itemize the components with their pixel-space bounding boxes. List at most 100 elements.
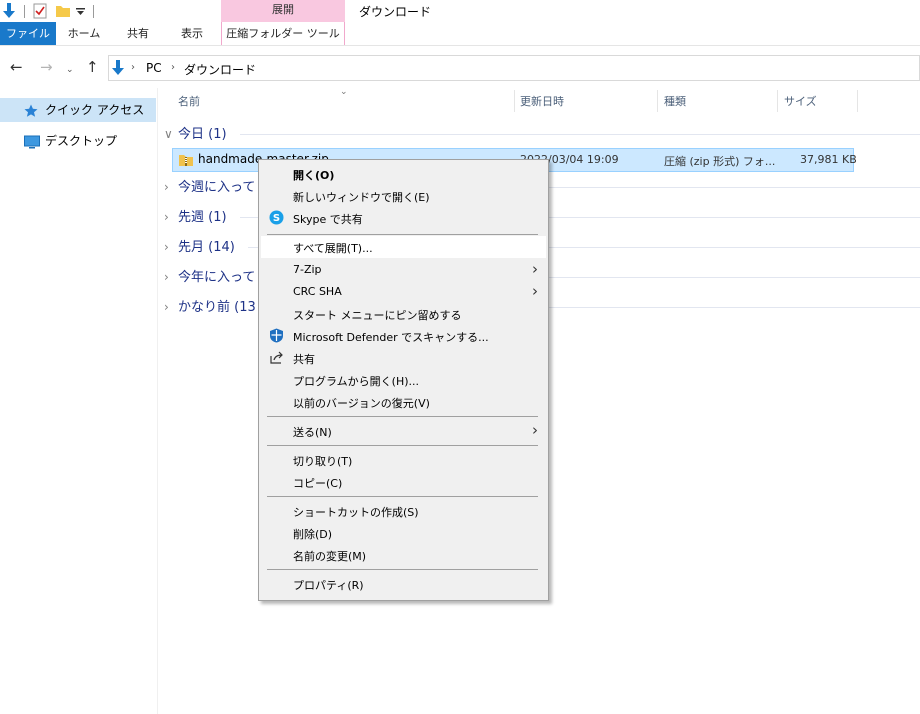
svg-text:S: S (273, 213, 280, 224)
menu-item-restore-versions[interactable]: 以前のバージョンの復元(V) (261, 391, 546, 413)
nav-item-desktop[interactable]: デスクトップ (0, 129, 156, 153)
context-menu: 開く(O) 新しいウィンドウで開く(E) S Skype で共有 すべて展開(T… (258, 159, 549, 601)
menu-item-send-to[interactable]: 送る(N) › (261, 420, 546, 442)
column-header-type[interactable]: 種類 (664, 88, 686, 116)
forward-arrow-icon[interactable]: → (40, 58, 53, 76)
chevron-right-icon: › (164, 210, 169, 224)
back-arrow-icon[interactable]: ← (10, 58, 23, 76)
download-arrow-icon[interactable] (2, 3, 16, 22)
menu-label: 送る(N) (293, 426, 332, 439)
quick-access-toolbar: 展開 ダウンロード (0, 0, 920, 24)
menu-separator (267, 569, 538, 570)
menu-separator (267, 416, 538, 417)
group-header-this-week[interactable]: › 今週に入って (164, 176, 255, 198)
navigation-pane: クイック アクセス デスクトップ (0, 88, 158, 714)
group-label: 今日 (1) (178, 127, 227, 142)
sort-chevron-icon: ⌄ (340, 87, 348, 97)
menu-label: 削除(D) (293, 528, 333, 541)
tab-home[interactable]: ホーム (58, 22, 110, 45)
file-size: 37,981 KB (800, 153, 857, 166)
menu-item-pin-to-start[interactable]: スタート メニューにピン留めする (261, 303, 546, 325)
menu-label: Skype で共有 (293, 213, 363, 226)
qat-divider (93, 5, 94, 18)
column-divider[interactable] (857, 90, 858, 112)
menu-separator (267, 234, 538, 235)
menu-item-open-with[interactable]: プログラムから開く(H)... (261, 369, 546, 391)
skype-icon: S (269, 210, 284, 228)
menu-label: プロパティ(R) (293, 579, 364, 592)
menu-label: 共有 (293, 353, 315, 366)
column-header-size[interactable]: サイズ (784, 88, 817, 116)
column-header-name[interactable]: 名前 (178, 88, 200, 116)
menu-label: 名前の変更(M) (293, 550, 367, 563)
menu-item-rename[interactable]: 名前の変更(M) (261, 544, 546, 566)
menu-item-delete[interactable]: 削除(D) (261, 522, 546, 544)
share-icon (269, 350, 284, 368)
breadcrumb-separator-icon: › (171, 62, 175, 73)
tab-compressed-folder-tools[interactable]: 圧縮フォルダー ツール (221, 22, 345, 45)
menu-separator (267, 445, 538, 446)
group-header-last-week[interactable]: › 先週 (1) (164, 206, 227, 228)
menu-item-defender-scan[interactable]: Microsoft Defender でスキャンする... (261, 325, 546, 347)
new-folder-icon[interactable] (55, 3, 71, 22)
breadcrumb-separator-icon: › (131, 62, 135, 73)
nav-item-quick-access[interactable]: クイック アクセス (0, 98, 156, 122)
menu-item-copy[interactable]: コピー(C) (261, 471, 546, 493)
menu-label: 7-Zip (293, 263, 322, 276)
column-header-modified[interactable]: 更新日時 (520, 88, 564, 116)
menu-item-properties[interactable]: プロパティ(R) (261, 573, 546, 595)
tab-share[interactable]: 共有 (112, 22, 164, 45)
context-tab-header: 展開 (221, 0, 345, 22)
menu-item-share[interactable]: 共有 (261, 347, 546, 369)
group-label: 今週に入って (178, 180, 256, 195)
tab-file[interactable]: ファイル (0, 22, 56, 45)
window-title: ダウンロード (359, 5, 432, 19)
group-header-last-month[interactable]: › 先月 (14) (164, 236, 235, 258)
nav-label: デスクトップ (45, 134, 118, 148)
menu-item-open[interactable]: 開く(O) (261, 163, 546, 185)
submenu-arrow-icon: › (532, 282, 538, 300)
menu-item-extract-all[interactable]: すべて展開(T)... (261, 236, 546, 258)
group-label: 先週 (1) (178, 210, 227, 225)
group-label: かなり前 (13 (178, 300, 256, 315)
properties-check-icon[interactable] (33, 3, 47, 22)
star-icon (24, 102, 38, 126)
address-bar[interactable]: › PC › ダウンロード (108, 55, 920, 81)
menu-item-7zip[interactable]: 7-Zip › (261, 259, 546, 281)
column-divider[interactable] (657, 90, 658, 112)
chevron-right-icon: › (164, 240, 169, 254)
menu-item-create-shortcut[interactable]: ショートカットの作成(S) (261, 500, 546, 522)
ribbon-tabs: ファイル ホーム 共有 表示 圧縮フォルダー ツール (0, 22, 920, 46)
chevron-right-icon: › (164, 300, 169, 314)
nav-label: クイック アクセス (45, 103, 145, 117)
breadcrumb-pc[interactable]: PC (146, 61, 162, 75)
customize-qat-icon[interactable] (76, 6, 85, 20)
group-label: 今年に入って (178, 270, 256, 285)
menu-item-skype-share[interactable]: S Skype で共有 (261, 207, 546, 229)
breadcrumb-downloads[interactable]: ダウンロード (184, 61, 256, 78)
submenu-arrow-icon: › (532, 421, 538, 439)
qat-divider (24, 5, 25, 18)
group-header-this-year[interactable]: › 今年に入って (164, 266, 255, 288)
group-header-long-ago[interactable]: › かなり前 (13 (164, 296, 256, 318)
group-label: 先月 (14) (178, 240, 235, 255)
column-divider[interactable] (514, 90, 515, 112)
menu-label: コピー(C) (293, 477, 343, 490)
menu-label: 開く(O) (293, 169, 335, 182)
menu-label: ショートカットの作成(S) (293, 506, 419, 519)
menu-item-cut[interactable]: 切り取り(T) (261, 449, 546, 471)
menu-item-open-new-window[interactable]: 新しいウィンドウで開く(E) (261, 185, 546, 207)
recent-locations-chevron-icon[interactable]: ⌄ (66, 61, 74, 79)
menu-item-crc-sha[interactable]: CRC SHA › (261, 281, 546, 303)
column-divider[interactable] (777, 90, 778, 112)
up-arrow-icon[interactable]: ↑ (86, 58, 99, 76)
chevron-down-icon: ∨ (164, 127, 173, 141)
menu-label: スタート メニューにピン留めする (293, 309, 462, 322)
menu-label: 切り取り(T) (293, 455, 353, 468)
zip-folder-icon (178, 152, 194, 171)
menu-label: プログラムから開く(H)... (293, 375, 420, 388)
tab-view[interactable]: 表示 (166, 22, 218, 45)
group-header-today[interactable]: ∨ 今日 (1) (164, 123, 227, 145)
file-type: 圧縮 (zip 形式) フォ... (664, 155, 776, 168)
menu-label: 新しいウィンドウで開く(E) (293, 191, 430, 204)
